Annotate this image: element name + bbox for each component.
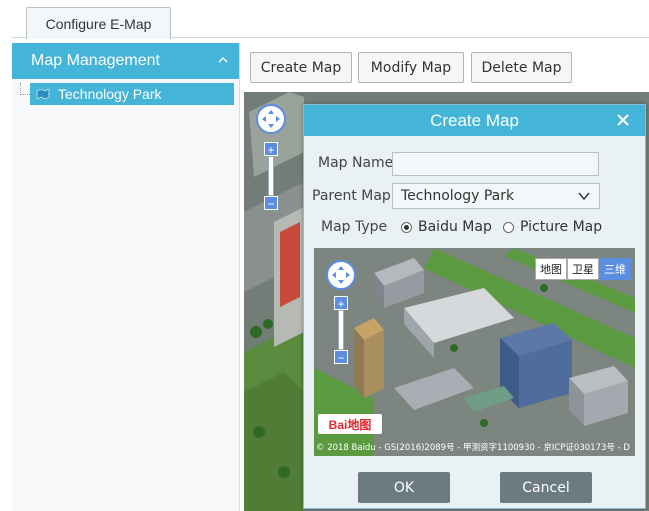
map-name-label: Map Name <box>318 155 394 171</box>
baidu-logo: Bai地图 <box>318 414 382 434</box>
tab-bar: Configure E-Map <box>12 0 649 39</box>
delete-map-button[interactable]: Delete Map <box>471 52 572 83</box>
tree-item-label: Technology Park <box>58 86 162 102</box>
map-pan-control[interactable] <box>256 104 286 134</box>
close-icon[interactable] <box>615 112 631 128</box>
ok-button[interactable]: OK <box>358 472 450 503</box>
pan-arrows-icon <box>262 110 280 128</box>
map-type-3d-button[interactable]: 三维 <box>599 258 631 280</box>
zoom-in-button[interactable]: + <box>264 142 278 157</box>
sidebar-header-label: Map Management <box>31 52 160 69</box>
chevron-up-icon[interactable] <box>217 54 229 66</box>
radio-picture-map-label: Picture Map <box>520 219 603 235</box>
preview-zoom-slider[interactable] <box>338 310 344 350</box>
map-copyright: © 2018 Baidu - GS(2016)2089号 - 甲测资字11009… <box>316 443 630 453</box>
tab-configure-emap[interactable]: Configure E-Map <box>26 7 171 39</box>
chevron-down-icon <box>578 192 590 201</box>
radio-picture-map[interactable]: Picture Map <box>503 219 602 235</box>
create-map-button[interactable]: Create Map <box>250 52 352 83</box>
sidebar: Map Management Technology Park <box>12 43 240 511</box>
parent-map-label: Parent Map <box>312 188 391 204</box>
tree-item-technology-park[interactable]: Technology Park <box>30 83 234 105</box>
radio-checked-icon <box>401 221 412 233</box>
dialog-title: Create Map <box>430 110 519 130</box>
create-map-dialog: Create Map Map Name Parent Map Technolog… <box>303 104 646 509</box>
map-type-satellite-button[interactable]: 卫星 <box>567 258 599 280</box>
parent-map-select[interactable]: Technology Park <box>392 183 600 209</box>
cancel-button[interactable]: Cancel <box>500 472 592 503</box>
map-folder-icon <box>36 89 50 99</box>
map-type-switch: 地图 卫星 三维 <box>535 258 631 280</box>
zoom-out-button[interactable]: − <box>264 196 278 211</box>
preview-pan-control[interactable] <box>326 260 356 290</box>
preview-zoom-out-button[interactable]: − <box>334 350 348 365</box>
tree-connector <box>20 83 30 95</box>
zoom-slider[interactable] <box>268 156 274 196</box>
radio-baidu-map[interactable]: Baidu Map <box>401 219 492 235</box>
radio-baidu-map-label: Baidu Map <box>418 219 492 235</box>
pan-arrows-icon <box>332 266 350 284</box>
map-type-map-button[interactable]: 地图 <box>535 258 567 280</box>
parent-map-value: Technology Park <box>401 188 515 204</box>
baidu-map-preview[interactable]: + − 地图 卫星 三维 Bai地图 © 2018 Baidu - GS(201… <box>314 248 635 456</box>
sidebar-header[interactable]: Map Management <box>12 43 239 79</box>
dialog-title-bar: Create Map <box>304 105 645 136</box>
preview-zoom-in-button[interactable]: + <box>334 296 348 311</box>
radio-unchecked-icon <box>503 221 514 233</box>
modify-map-button[interactable]: Modify Map <box>358 52 464 83</box>
map-name-input[interactable] <box>392 152 599 176</box>
map-type-label: Map Type <box>321 219 388 235</box>
